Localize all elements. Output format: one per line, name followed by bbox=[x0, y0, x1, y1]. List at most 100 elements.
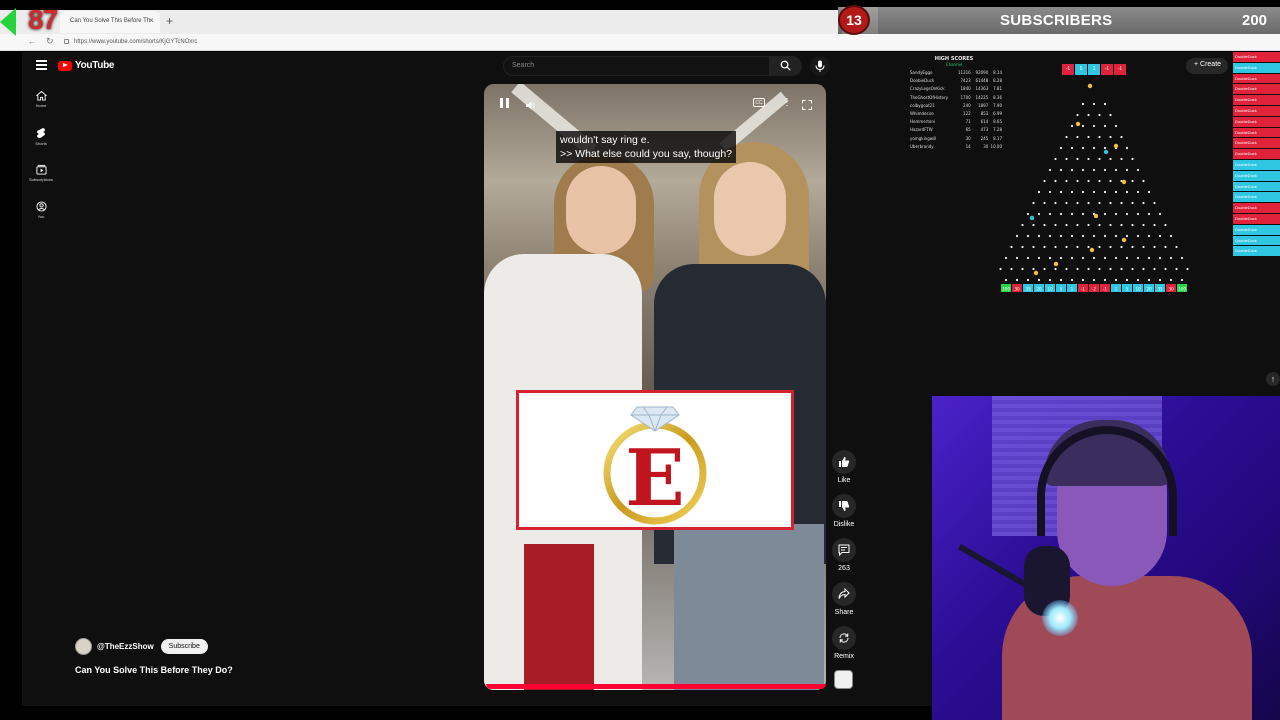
video-title[interactable]: Can You Solve This Before They Do? bbox=[75, 665, 233, 675]
plinko-peg bbox=[1092, 190, 1096, 194]
high-score-value: 92090 bbox=[975, 70, 989, 75]
plinko-bucket-label: 100 bbox=[1002, 287, 1010, 292]
volume-button[interactable] bbox=[525, 98, 537, 116]
high-scores-panel: HIGH SCORES Channel SandyEggo 11316 92090 8… bbox=[906, 56, 1002, 156]
plinko-bucket-label: 35 bbox=[1025, 287, 1031, 292]
reload-icon[interactable]: ↻ bbox=[46, 36, 54, 47]
high-score-row: CrazyLegsOnKick 1840 14363 7.81 bbox=[906, 85, 1002, 93]
remix-button[interactable]: Remix bbox=[831, 626, 857, 660]
plinko-peg bbox=[1103, 278, 1107, 282]
plinko-peg bbox=[1131, 201, 1134, 205]
share-icon bbox=[838, 588, 850, 599]
dislike-button[interactable]: Dislike bbox=[831, 494, 857, 528]
sidebar-item-home[interactable]: Home bbox=[26, 90, 56, 108]
youtube-logo-text: YouTube bbox=[75, 60, 115, 71]
shorts-icon bbox=[37, 127, 45, 138]
plinko-peg bbox=[1043, 223, 1046, 227]
sidebar-item-subscriptions[interactable]: Subscriptions bbox=[26, 164, 56, 182]
high-score-row: colbygoat21 240 1897 7.90 bbox=[906, 102, 1002, 110]
high-score-name: DoobieDuck bbox=[910, 78, 935, 84]
sidebar-item-label: Subscriptions bbox=[28, 177, 53, 182]
ring-puzzle-card: E bbox=[516, 390, 794, 530]
high-score-value: 473 bbox=[980, 127, 989, 133]
plinko-ball bbox=[1113, 143, 1119, 149]
plinko-peg bbox=[1136, 278, 1140, 282]
browser-tab[interactable]: Can You Solve This Before Th bbox=[60, 11, 160, 33]
plinko-peg bbox=[1070, 256, 1074, 260]
drop-chip: 5 bbox=[1075, 64, 1087, 75]
subscribers-goal: 200 bbox=[1242, 12, 1268, 29]
like-button[interactable]: Like bbox=[831, 450, 857, 484]
plinko-peg bbox=[1076, 113, 1079, 117]
plinko-peg bbox=[1087, 135, 1090, 139]
plinko-bucket-label: 20 bbox=[1036, 287, 1042, 292]
new-tab-button[interactable]: + bbox=[166, 14, 173, 28]
plinko-peg bbox=[1125, 190, 1129, 194]
plinko-peg bbox=[1098, 201, 1101, 205]
dislike-label: Dislike bbox=[833, 521, 855, 528]
sidebar-item-you[interactable]: You bbox=[26, 201, 56, 219]
plinko-peg bbox=[1098, 113, 1101, 117]
video-progress-bar[interactable] bbox=[486, 684, 826, 689]
high-score-name: Uberbrandy bbox=[910, 143, 934, 149]
plinko-peg bbox=[1169, 278, 1173, 282]
subscribe-button[interactable]: Subscribe bbox=[160, 639, 208, 654]
plinko-bucket-label: 100 bbox=[1178, 287, 1186, 292]
channel-name[interactable]: @TheEzzShow bbox=[97, 642, 154, 651]
plinko-peg bbox=[1065, 179, 1068, 183]
sound-thumbnail[interactable] bbox=[834, 670, 853, 689]
address-bar[interactable]: https://www.youtube.com/shorts/KjGYTcNOx… bbox=[62, 36, 882, 49]
plinko-peg bbox=[1092, 102, 1096, 106]
plinko-peg bbox=[1125, 212, 1129, 216]
sidebar-item-shorts[interactable]: Shorts bbox=[26, 127, 56, 146]
youtube-logo[interactable]: YouTube bbox=[58, 60, 115, 71]
plinko-peg bbox=[1048, 212, 1052, 216]
plinko-peg bbox=[1092, 146, 1096, 150]
comments-button[interactable]: 263 bbox=[831, 538, 857, 572]
plinko-peg bbox=[1109, 179, 1112, 183]
plinko-bucket-label: 10 bbox=[1047, 287, 1053, 292]
fullscreen-button[interactable] bbox=[802, 97, 812, 110]
search-button[interactable] bbox=[770, 56, 802, 76]
pause-button[interactable] bbox=[497, 96, 513, 112]
plinko-peg bbox=[1037, 278, 1041, 282]
voice-search-button[interactable] bbox=[810, 56, 830, 76]
plinko-peg bbox=[1109, 157, 1112, 161]
more-options-icon[interactable]: ⋮ bbox=[782, 97, 792, 108]
plinko-ball bbox=[1121, 237, 1127, 243]
avatar[interactable] bbox=[75, 638, 92, 655]
plinko-peg bbox=[1059, 190, 1063, 194]
plinko-peg bbox=[1032, 201, 1035, 205]
comment-icon bbox=[838, 544, 850, 556]
plinko-peg bbox=[1180, 278, 1184, 282]
drop-list-item: DoobieDuck bbox=[1233, 52, 1280, 62]
plinko-bucket-label: 5 bbox=[1126, 287, 1129, 292]
back-arrow-icon[interactable]: ← bbox=[28, 37, 36, 46]
plinko-peg bbox=[1103, 190, 1107, 194]
plinko-bucket-label: 5 bbox=[1060, 287, 1063, 292]
shorts-video-player[interactable] bbox=[484, 84, 826, 690]
plinko-peg bbox=[1098, 157, 1101, 161]
high-score-value: 61448 bbox=[975, 78, 989, 84]
plinko-peg bbox=[1109, 113, 1112, 117]
drop-list: DoobieDuck DoobieDuck DoobieDuck DoobieDuck… bbox=[1233, 52, 1280, 257]
plinko-peg bbox=[1054, 245, 1057, 249]
plinko-peg bbox=[1158, 234, 1162, 238]
tab-close-icon[interactable]: × bbox=[149, 16, 154, 25]
menu-icon[interactable] bbox=[36, 60, 47, 72]
plinko-bucket-label: -1 bbox=[1081, 287, 1086, 292]
plinko-peg bbox=[1114, 124, 1118, 128]
plinko-peg bbox=[1026, 212, 1030, 216]
plinko-peg bbox=[1059, 168, 1063, 172]
plinko-peg bbox=[1175, 245, 1178, 249]
subscribers-label: SUBSCRIBERS bbox=[1000, 12, 1113, 29]
high-score-row: HazardFTW 65 473 7.28 bbox=[906, 126, 1002, 134]
captions-button[interactable]: CC bbox=[753, 98, 765, 107]
plinko-peg bbox=[1103, 168, 1107, 172]
scroll-up-icon[interactable]: ↑ bbox=[1266, 372, 1280, 386]
share-button[interactable]: Share bbox=[831, 582, 857, 616]
plinko-peg bbox=[1103, 124, 1107, 128]
search-input[interactable]: Search bbox=[503, 56, 770, 76]
high-score-row: TheGhostOfHistory 1700 14225 8.36 bbox=[906, 94, 1002, 102]
create-button[interactable]: + Create bbox=[1186, 58, 1228, 74]
